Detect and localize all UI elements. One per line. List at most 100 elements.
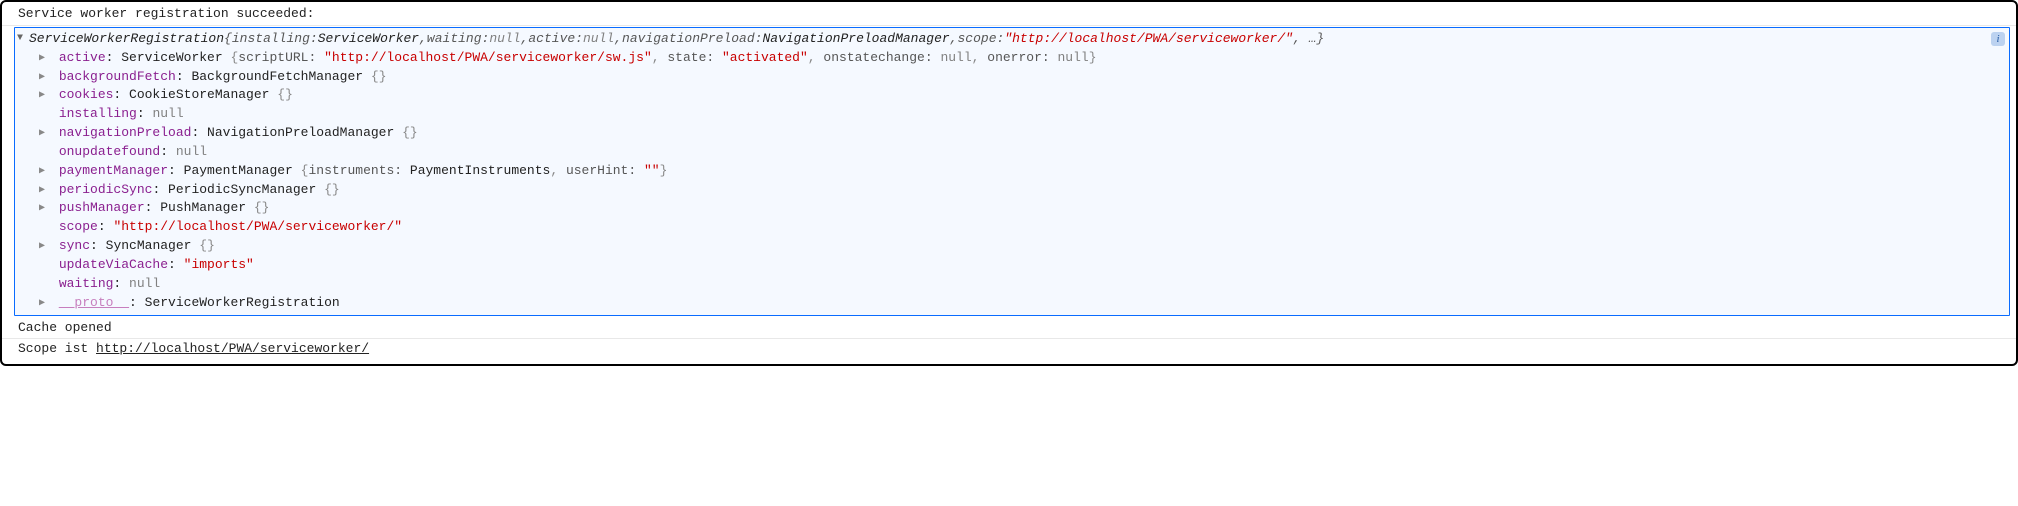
- value-ctor: PushManager: [160, 200, 254, 215]
- preview-value: null: [940, 50, 971, 65]
- property-value: PushManager {}: [160, 200, 269, 215]
- value-ctor: PeriodicSyncManager: [168, 182, 324, 197]
- brace: {}: [277, 87, 293, 102]
- property-key: updateViaCache: [59, 257, 168, 272]
- property-row-updateviacache[interactable]: updateViaCache: "imports": [17, 256, 2005, 275]
- triangle-right-icon[interactable]: ▶: [39, 127, 51, 142]
- property-value: CookieStoreManager {}: [129, 87, 293, 102]
- property-value: PaymentManager {instruments: PaymentInst…: [184, 163, 668, 178]
- preview-key: userHint:: [566, 163, 644, 178]
- property-value: PeriodicSyncManager {}: [168, 182, 340, 197]
- value-ctor: NavigationPreloadManager: [207, 125, 402, 140]
- brace: , …}: [1293, 30, 1324, 49]
- property-row-scope[interactable]: scope: "http://localhost/PWA/servicework…: [17, 218, 2005, 237]
- preview-key: active:: [528, 30, 583, 49]
- brace: {}: [371, 69, 387, 84]
- property-key: waiting: [59, 276, 114, 291]
- property-value: SyncManager {}: [106, 238, 215, 253]
- property-row-navigationpreload[interactable]: ▶ navigationPreload: NavigationPreloadMa…: [17, 124, 2005, 143]
- preview-key: installing:: [232, 30, 318, 49]
- brace: {}: [199, 238, 215, 253]
- preview-key: scriptURL:: [238, 50, 324, 65]
- preview-value: "http://localhost/PWA/serviceworker/": [1004, 30, 1293, 49]
- triangle-right-icon[interactable]: ▶: [39, 71, 51, 86]
- property-key: cookies: [59, 87, 114, 102]
- property-value: "imports": [184, 257, 254, 272]
- preview-value: NavigationPreloadManager: [762, 30, 949, 49]
- brace: {}: [324, 182, 340, 197]
- brace: {}: [402, 125, 418, 140]
- sep: ,: [972, 50, 988, 65]
- property-key: navigationPreload: [59, 125, 192, 140]
- preview-value: null: [489, 30, 520, 49]
- property-row-pushmanager[interactable]: ▶ pushManager: PushManager {}: [17, 199, 2005, 218]
- preview-key: navigationPreload:: [622, 30, 762, 49]
- sep: ,: [950, 30, 958, 49]
- log-message: Cache opened: [2, 318, 2016, 340]
- triangle-right-icon[interactable]: ▶: [39, 184, 51, 199]
- property-key: scope: [59, 219, 98, 234]
- object-expanded: ▼ ServiceWorkerRegistration { installing…: [14, 27, 2010, 316]
- property-row-proto[interactable]: ▶ __proto__: ServiceWorkerRegistration: [17, 294, 2005, 313]
- property-value: "http://localhost/PWA/serviceworker/": [113, 219, 402, 234]
- property-value: NavigationPreloadManager {}: [207, 125, 418, 140]
- value-ctor: PaymentManager: [184, 163, 301, 178]
- property-value: ServiceWorkerRegistration: [145, 295, 340, 310]
- preview-value: ServiceWorker: [318, 30, 419, 49]
- triangle-down-icon[interactable]: ▼: [17, 32, 29, 47]
- property-row-active[interactable]: ▶ active: ServiceWorker {scriptURL: "htt…: [17, 49, 2005, 68]
- preview-value: "activated": [722, 50, 808, 65]
- property-row-cookies[interactable]: ▶ cookies: CookieStoreManager {}: [17, 86, 2005, 105]
- property-value: BackgroundFetchManager {}: [191, 69, 386, 84]
- brace: }: [660, 163, 668, 178]
- preview-key: onstatechange:: [823, 50, 940, 65]
- property-key: paymentManager: [59, 163, 168, 178]
- triangle-right-icon[interactable]: ▶: [39, 202, 51, 217]
- property-row-waiting[interactable]: waiting: null: [17, 275, 2005, 294]
- preview-value: "http://localhost/PWA/serviceworker/sw.j…: [324, 50, 652, 65]
- property-row-sync[interactable]: ▶ sync: SyncManager {}: [17, 237, 2005, 256]
- property-key: installing: [59, 106, 137, 121]
- value-ctor: CookieStoreManager: [129, 87, 277, 102]
- preview-key: instruments:: [308, 163, 409, 178]
- property-row-backgroundfetch[interactable]: ▶ backgroundFetch: BackgroundFetchManage…: [17, 68, 2005, 87]
- sep: ,: [652, 50, 668, 65]
- preview-value: null: [583, 30, 614, 49]
- console-panel: Service worker registration succeeded: ▼…: [0, 0, 2018, 366]
- preview-key: state:: [667, 50, 722, 65]
- sep: ,: [521, 30, 529, 49]
- sep: ,: [614, 30, 622, 49]
- preview-key: waiting:: [427, 30, 489, 49]
- property-key: pushManager: [59, 200, 145, 215]
- sep: ,: [808, 50, 824, 65]
- triangle-right-icon[interactable]: ▶: [39, 52, 51, 67]
- preview-value: PaymentInstruments: [410, 163, 550, 178]
- triangle-right-icon[interactable]: ▶: [39, 165, 51, 180]
- property-key: backgroundFetch: [59, 69, 176, 84]
- triangle-right-icon[interactable]: ▶: [39, 297, 51, 312]
- object-header[interactable]: ▼ ServiceWorkerRegistration { installing…: [17, 30, 2005, 49]
- property-value: null: [176, 144, 207, 159]
- preview-value: "": [644, 163, 660, 178]
- property-key: sync: [59, 238, 90, 253]
- brace: {: [224, 30, 232, 49]
- property-key: onupdatefound: [59, 144, 160, 159]
- property-row-onupdatefound[interactable]: onupdatefound: null: [17, 143, 2005, 162]
- property-row-installing[interactable]: installing: null: [17, 105, 2005, 124]
- triangle-right-icon[interactable]: ▶: [39, 240, 51, 255]
- value-ctor: SyncManager: [106, 238, 200, 253]
- property-row-paymentmanager[interactable]: ▶ paymentManager: PaymentManager {instru…: [17, 162, 2005, 181]
- info-icon[interactable]: i: [1991, 32, 2005, 46]
- value-ctor: BackgroundFetchManager: [191, 69, 370, 84]
- log-text: Cache opened: [18, 320, 112, 335]
- value-ctor: ServiceWorker: [121, 50, 230, 65]
- property-row-periodicsync[interactable]: ▶ periodicSync: PeriodicSyncManager {}: [17, 181, 2005, 200]
- brace: }: [1089, 50, 1097, 65]
- log-message: Service worker registration succeeded:: [2, 4, 2016, 26]
- property-value: ServiceWorker {scriptURL: "http://localh…: [121, 50, 1096, 65]
- log-url-link[interactable]: http://localhost/PWA/serviceworker/: [96, 341, 369, 356]
- triangle-right-icon[interactable]: ▶: [39, 89, 51, 104]
- property-key: periodicSync: [59, 182, 153, 197]
- preview-key: onerror:: [987, 50, 1057, 65]
- brace: {}: [254, 200, 270, 215]
